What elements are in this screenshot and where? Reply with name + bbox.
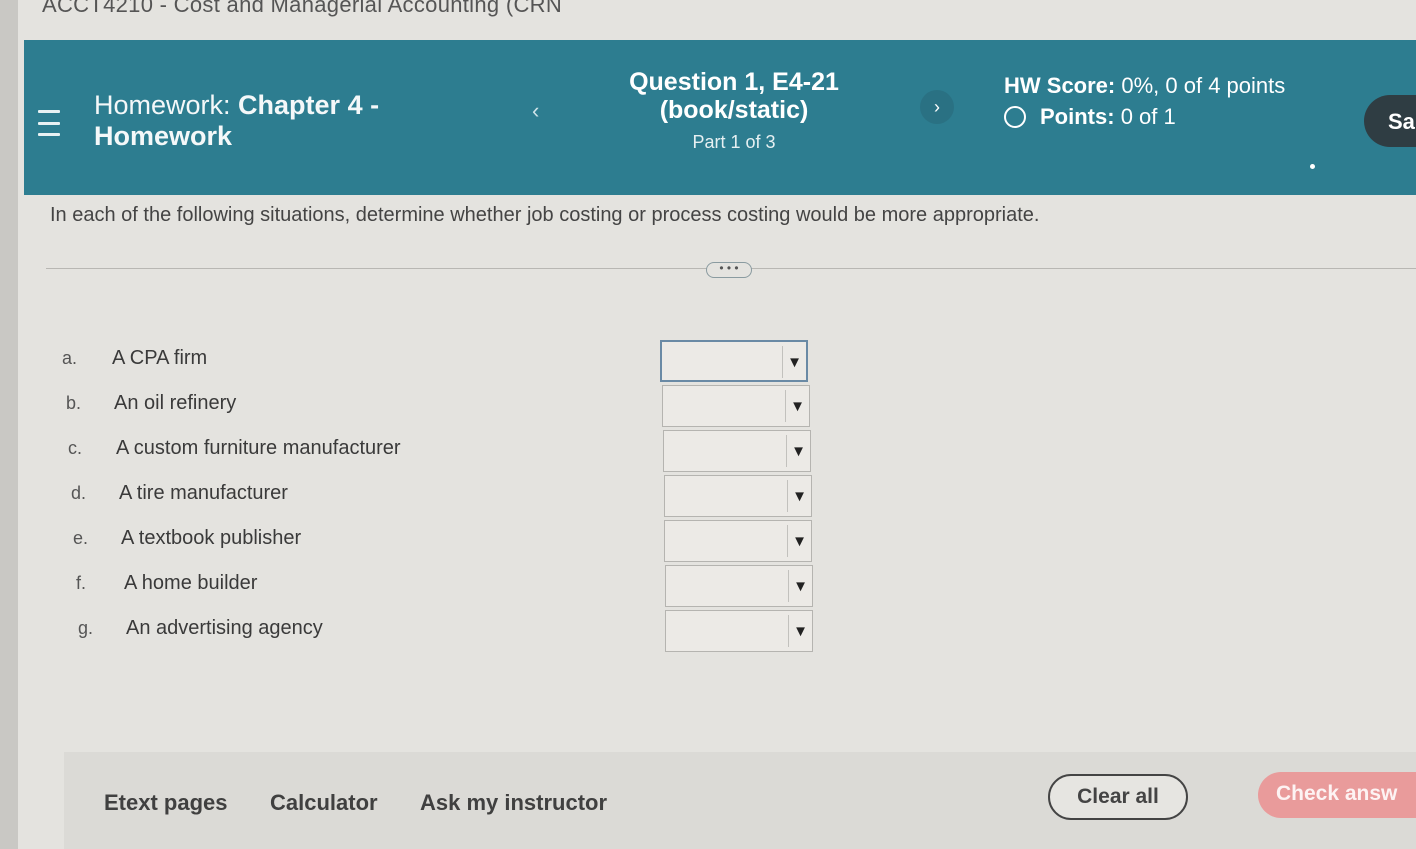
question-info: Question 1, E4-21 (book/static) Part 1 o… <box>604 68 864 153</box>
item-text: A home builder <box>124 572 258 594</box>
menu-icon[interactable] <box>38 110 60 136</box>
dropdown-arrow-icon: ▼ <box>785 390 809 422</box>
dropdown-arrow-icon: ▼ <box>787 480 811 512</box>
item-text: A tire manufacturer <box>119 482 288 504</box>
item-letter: d. <box>71 483 87 503</box>
question-source: (book/static) <box>659 96 809 124</box>
dropdown-arrow-icon: ▼ <box>787 525 811 557</box>
chevron-left-icon[interactable]: ‹ <box>532 98 539 124</box>
hw-score-label: HW Score: <box>1004 73 1116 98</box>
homework-name-line1: Chapter 4 - <box>238 90 380 120</box>
dropdown-arrow-icon: ▼ <box>786 435 810 467</box>
item-letter: e. <box>73 528 89 548</box>
hw-score-value: 0%, 0 of 4 points <box>1121 73 1286 98</box>
homework-prefix: Homework: <box>94 90 231 120</box>
dropdown-arrow-icon: ▼ <box>788 570 812 602</box>
costing-dropdown[interactable]: ▼ <box>664 520 812 562</box>
question-instructions: In each of the following situations, det… <box>50 204 1040 226</box>
check-answer-button[interactable]: Check answ <box>1258 772 1416 818</box>
question-header: Homework: Chapter 4 - Homework ‹ Questio… <box>24 40 1416 195</box>
list-item: g. An advertising agency ▼ <box>78 610 838 652</box>
chevron-right-icon[interactable]: › <box>920 90 954 124</box>
expand-button[interactable]: • • • <box>706 262 752 278</box>
costing-dropdown[interactable]: ▼ <box>660 340 808 382</box>
costing-dropdown[interactable]: ▼ <box>662 385 810 427</box>
etext-pages-link[interactable]: Etext pages <box>104 790 228 816</box>
item-letter: b. <box>66 393 82 413</box>
clear-all-button[interactable]: Clear all <box>1048 774 1188 820</box>
points-label: Points: <box>1040 104 1115 129</box>
calculator-link[interactable]: Calculator <box>270 790 378 816</box>
item-text: A CPA firm <box>112 347 208 369</box>
points-value: 0 of 1 <box>1120 104 1176 129</box>
item-letter: f. <box>76 573 87 593</box>
list-item: b. An oil refinery ▼ <box>66 385 826 427</box>
item-text: A textbook publisher <box>121 527 302 549</box>
dropdown-arrow-icon: ▼ <box>782 346 806 378</box>
item-letter: g. <box>78 618 94 638</box>
costing-dropdown[interactable]: ▼ <box>664 475 812 517</box>
homework-title: Homework: Chapter 4 - Homework <box>94 90 379 152</box>
homework-name-line2: Homework <box>94 121 233 151</box>
dot-mark <box>1310 164 1315 169</box>
item-text: An oil refinery <box>114 392 237 414</box>
costing-dropdown[interactable]: ▼ <box>663 430 811 472</box>
list-item: c. A custom furniture manufacturer ▼ <box>68 430 828 472</box>
list-item: e. A textbook publisher ▼ <box>73 520 833 562</box>
question-part: Part 1 of 3 <box>692 132 776 152</box>
item-letter: a. <box>62 348 78 368</box>
course-title: ACCT4210 - Cost and Managerial Accountin… <box>42 0 563 17</box>
dropdown-arrow-icon: ▼ <box>788 615 812 647</box>
circle-icon <box>1004 106 1026 128</box>
costing-dropdown[interactable]: ▼ <box>665 610 813 652</box>
costing-dropdown[interactable]: ▼ <box>665 565 813 607</box>
list-item: a. A CPA firm ▼ <box>62 340 822 382</box>
question-number: Question 1, E4-21 <box>629 68 839 96</box>
save-button[interactable]: Sa <box>1364 95 1416 147</box>
page: ACCT4210 - Cost and Managerial Accountin… <box>18 0 1416 849</box>
footer-toolbar: Etext pages Calculator Ask my instructor… <box>64 752 1416 849</box>
ask-instructor-link[interactable]: Ask my instructor <box>420 790 607 816</box>
score-panel: HW Score: 0%, 0 of 4 points Points: 0 of… <box>1004 70 1285 132</box>
item-text: A custom furniture manufacturer <box>116 437 401 459</box>
item-text: An advertising agency <box>126 617 323 639</box>
item-letter: c. <box>68 438 83 458</box>
list-item: d. A tire manufacturer ▼ <box>71 475 831 517</box>
list-item: f. A home builder ▼ <box>76 565 836 607</box>
